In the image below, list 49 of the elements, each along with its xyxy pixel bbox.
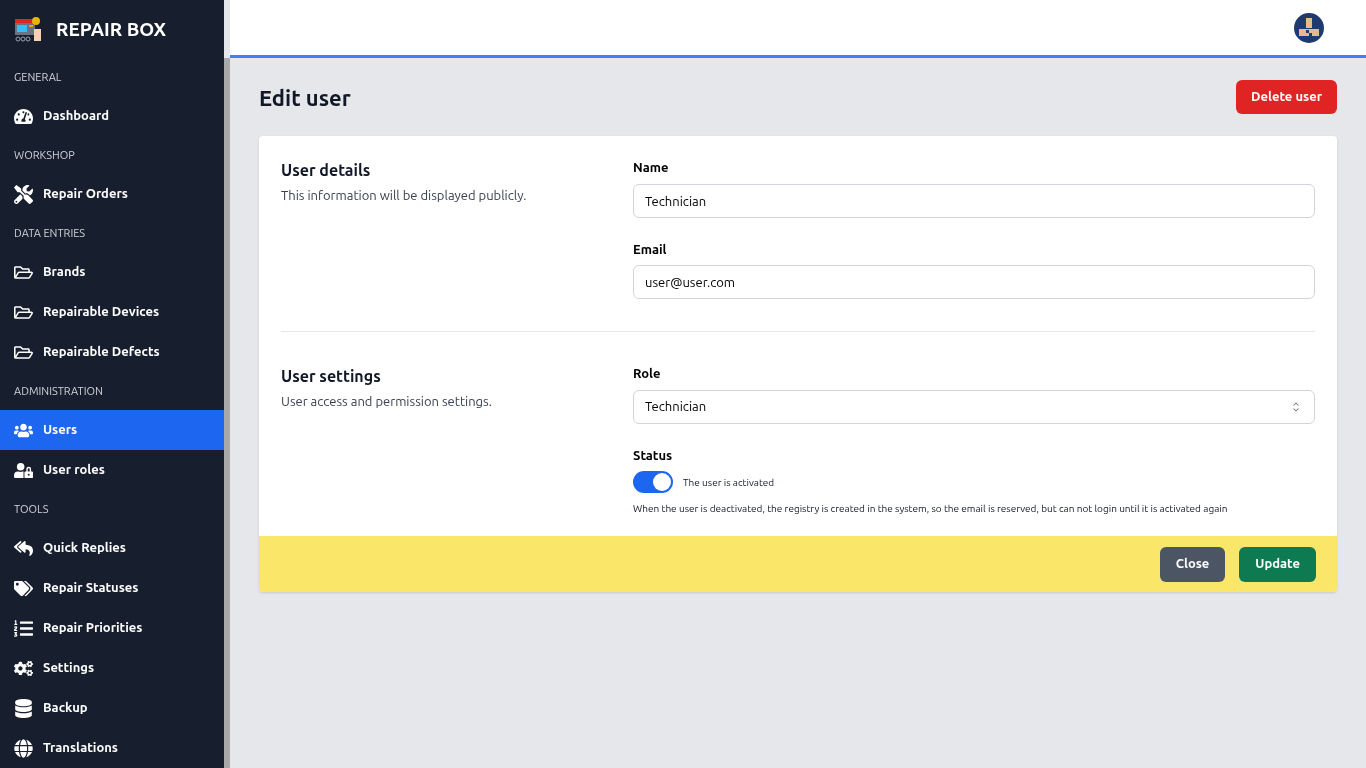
user-lock-icon (14, 460, 33, 480)
field-label: Role (633, 365, 662, 382)
sidebar-item[interactable]: Repairable Defects (0, 332, 224, 372)
sidebar-item[interactable]: Brands (0, 252, 224, 292)
section-title: User settings (281, 366, 382, 387)
status-help-text: When the user is deactivated, the registry is created in the system, so the email is reserved, but can not login until it is activated again (633, 502, 1229, 516)
reply-all-icon (14, 538, 33, 558)
sidebar-section-heading: DATA ENTRIES (13, 225, 87, 241)
sidebar-item[interactable]: Repair Orders (0, 174, 224, 214)
section-title: User details (281, 160, 372, 181)
field-label: Name (633, 159, 670, 176)
tools-icon (14, 184, 33, 204)
sidebar-item[interactable]: User roles (0, 450, 224, 490)
sidebar-item[interactable]: Repairable Devices (0, 292, 224, 332)
role-select[interactable]: Technician (633, 389, 1315, 424)
sidebar-item[interactable]: Users (0, 410, 224, 450)
name-input[interactable]: Technician (633, 183, 1315, 218)
dashboard-icon (14, 106, 33, 126)
sidebar-item[interactable]: Dashboard (0, 96, 224, 136)
sidebar-section-heading: WORKSHOP (13, 147, 76, 163)
scrollbar[interactable] (224, 58, 230, 768)
numbered-list-icon (14, 618, 33, 638)
sidebar-item[interactable]: Settings (0, 648, 224, 688)
sidebar-section-heading: TOOLS (13, 501, 50, 517)
status-toggle[interactable] (633, 471, 673, 493)
close-button[interactable]: Close (1159, 546, 1226, 582)
toggle-label: The user is activated (683, 475, 775, 490)
globe-icon (14, 738, 33, 758)
repair-machine-logo-icon (14, 15, 44, 43)
sidebar-item[interactable]: Backup (0, 688, 224, 728)
database-icon (14, 698, 33, 718)
delete-user-button[interactable]: Delete user (1236, 80, 1337, 114)
gears-icon (14, 658, 33, 678)
field-label: Status (633, 446, 674, 464)
section-description: User access and permission settings. (281, 393, 493, 410)
field-label: Email (633, 240, 668, 258)
update-button[interactable]: Update (1239, 546, 1316, 582)
sidebar-item[interactable]: Repair Priorities (0, 608, 224, 648)
brand-name: REPAIR BOX (56, 16, 167, 42)
tags-icon (14, 578, 33, 598)
section-description: This information will be displayed publicly. (281, 187, 528, 204)
sidebar-item[interactable]: Quick Replies (0, 528, 224, 568)
sidebar-section-heading: GENERAL (13, 69, 63, 85)
sidebar-item[interactable]: Repair Statuses (0, 568, 224, 608)
sidebar-section-heading: ADMINISTRATION (13, 383, 104, 399)
email-input[interactable]: user@user.com (633, 265, 1315, 299)
avatar-icon[interactable] (1294, 12, 1324, 43)
sidebar-item[interactable]: Translations (0, 728, 224, 768)
page-title: Edit user (259, 83, 351, 112)
